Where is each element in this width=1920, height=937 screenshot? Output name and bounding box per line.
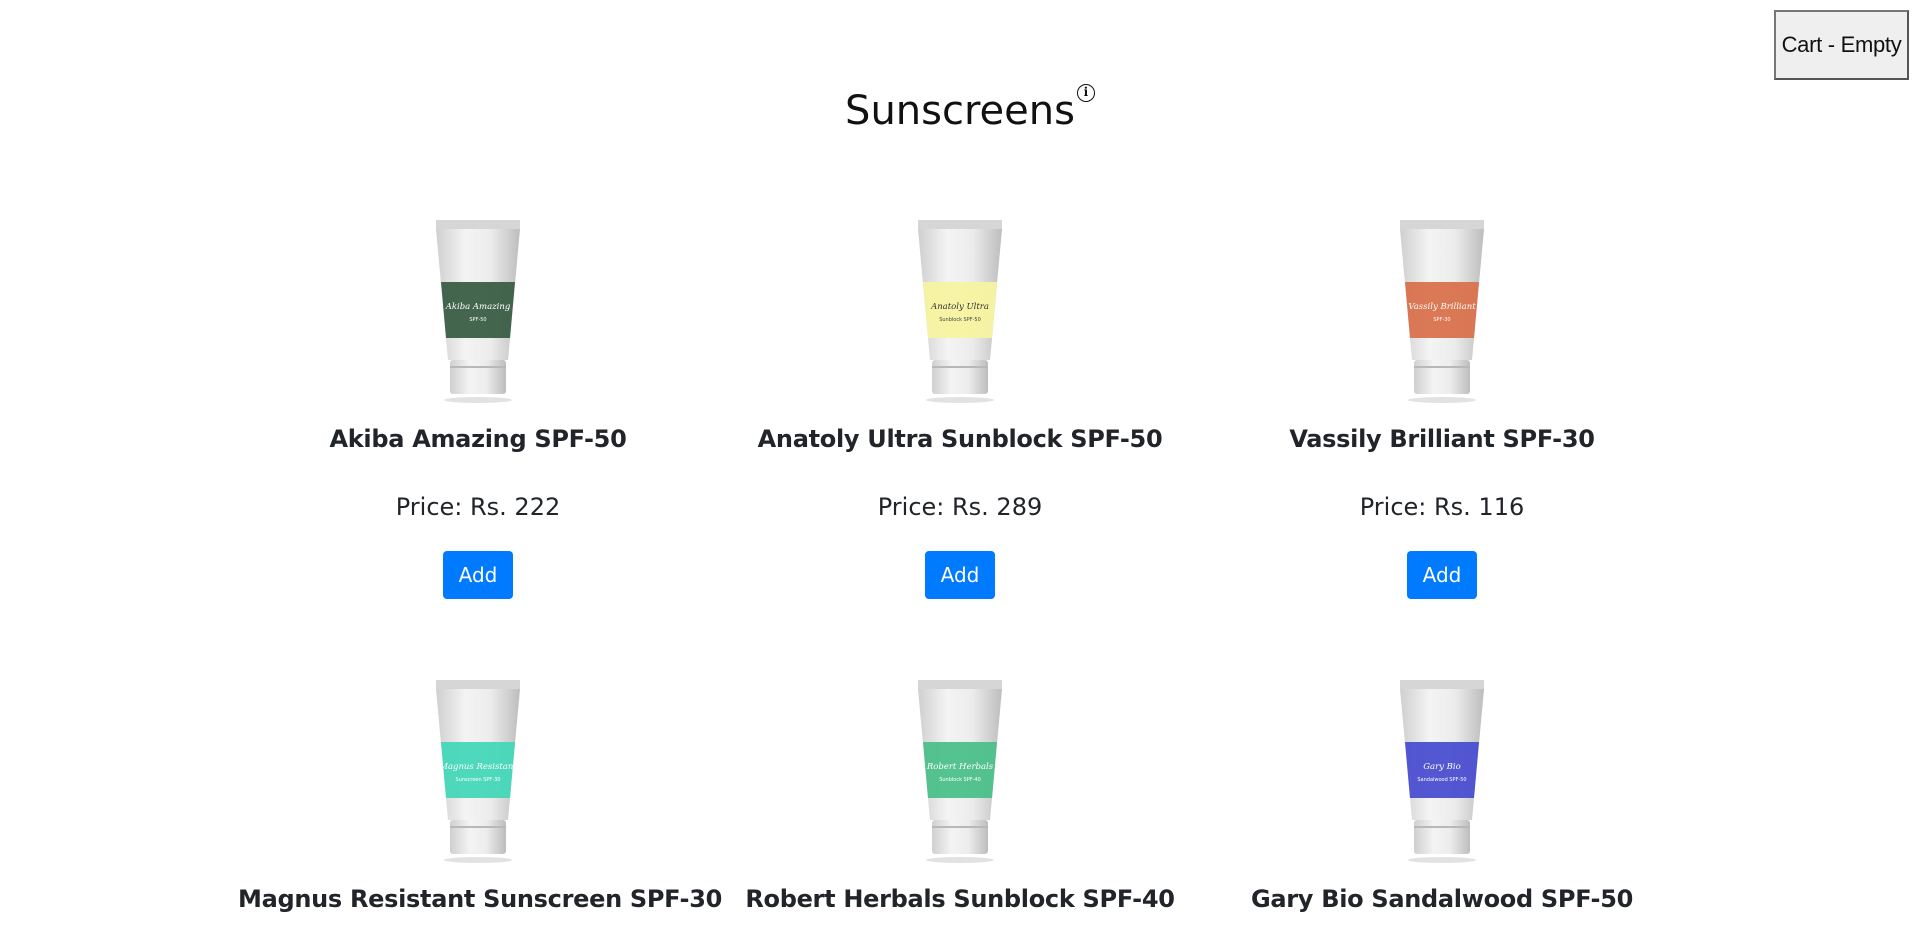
cart-button[interactable]: Cart - Empty — [1774, 10, 1909, 80]
add-button[interactable]: Add — [1407, 551, 1477, 599]
tube-illustration: Magnus Resistant Sunscreen SPF-30 — [436, 680, 520, 863]
product-image: Vassily Brilliant SPF-30 — [1392, 220, 1492, 405]
tube-sub-text: Sunblock SPF-50 — [939, 317, 981, 323]
tube-illustration: Anatoly Ultra Sunblock SPF-50 — [918, 220, 1002, 403]
product-card: Vassily Brilliant SPF-30 Vassily Brillian… — [1202, 220, 1682, 599]
tube-brand-text: Anatoly Ultra — [930, 302, 989, 312]
page: Cart - Empty Sunscreens i Akiba Amazing S… — [0, 0, 1920, 937]
tube-brand-text: Robert Herbals — [926, 762, 994, 772]
product-image: Magnus Resistant Sunscreen SPF-30 — [428, 680, 528, 865]
tube-sub-text: Sunscreen SPF-30 — [456, 777, 501, 783]
product-name: Akiba Amazing SPF-50 — [329, 425, 627, 453]
product-price: Price: Rs. 289 — [877, 493, 1043, 521]
info-icon[interactable]: i — [1076, 84, 1095, 102]
page-title: Sunscreens i — [0, 84, 1920, 134]
add-button[interactable]: Add — [443, 551, 513, 599]
product-price: Price: Rs. 222 — [395, 493, 561, 521]
product-image: Gary Bio Sandalwood SPF-50 — [1392, 680, 1492, 865]
product-name: Magnus Resistant Sunscreen SPF-30 — [238, 885, 722, 913]
tube-sub-text: SPF-30 — [1433, 317, 1450, 323]
product-card: Robert Herbals Sunblock SPF-40 Robert Her… — [720, 680, 1200, 913]
product-image: Robert Herbals Sunblock SPF-40 — [910, 680, 1010, 865]
tube-sub-text: Sandalwood SPF-50 — [1417, 777, 1466, 783]
product-image: Anatoly Ultra Sunblock SPF-50 — [910, 220, 1010, 405]
tube-illustration: Gary Bio Sandalwood SPF-50 — [1400, 680, 1484, 863]
tube-brand-text: Magnus Resistant — [438, 762, 517, 772]
product-price: Price: Rs. 116 — [1359, 493, 1525, 521]
tube-brand-text: Vassily Brilliant — [1408, 302, 1476, 312]
product-card: Magnus Resistant Sunscreen SPF-30 Magnus … — [238, 680, 722, 913]
product-card: Gary Bio Sandalwood SPF-50 Gary Bio Sanda… — [1202, 680, 1682, 913]
product-card: Akiba Amazing SPF-50 Akiba Amazing SPF-50… — [238, 220, 718, 599]
add-button[interactable]: Add — [925, 551, 995, 599]
product-card: Anatoly Ultra Sunblock SPF-50 Anatoly Ult… — [720, 220, 1200, 599]
tube-brand-text: Gary Bio — [1423, 762, 1461, 772]
tube-brand-text: Akiba Amazing — [445, 302, 511, 312]
tube-illustration: Akiba Amazing SPF-50 — [436, 220, 520, 403]
tube-sub-text: Sunblock SPF-40 — [939, 777, 981, 783]
tube-illustration: Vassily Brilliant SPF-30 — [1400, 220, 1484, 403]
product-name: Vassily Brilliant SPF-30 — [1289, 425, 1595, 453]
tube-illustration: Robert Herbals Sunblock SPF-40 — [918, 680, 1002, 863]
product-name: Gary Bio Sandalwood SPF-50 — [1250, 885, 1634, 913]
page-title-text: Sunscreens — [845, 88, 1075, 134]
product-name: Anatoly Ultra Sunblock SPF-50 — [757, 425, 1163, 453]
tube-sub-text: SPF-50 — [469, 317, 486, 323]
product-name: Robert Herbals Sunblock SPF-40 — [745, 885, 1175, 913]
title-wrap: Sunscreens i — [845, 84, 1095, 134]
product-image: Akiba Amazing SPF-50 — [428, 220, 528, 405]
